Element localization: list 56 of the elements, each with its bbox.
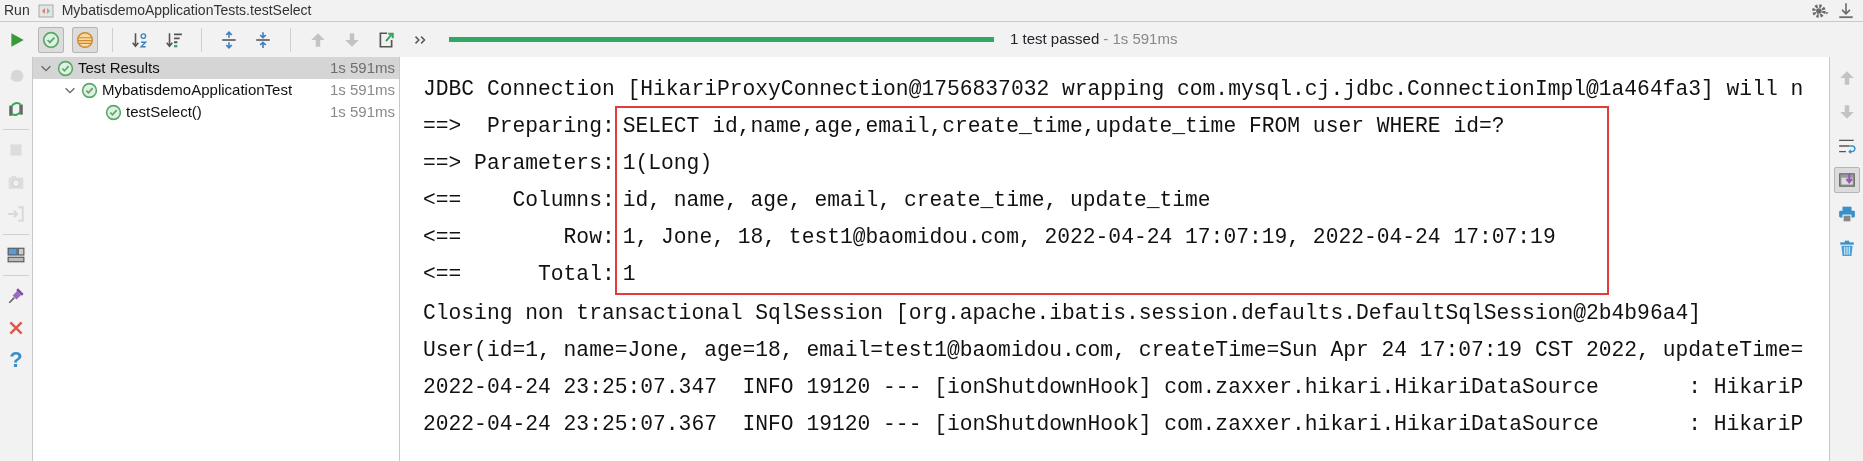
log-text: 1(Long): [622, 150, 714, 177]
duration-text: 1s 591ms: [329, 101, 396, 122]
log-prefix: <== Row:: [423, 224, 615, 251]
rerun-icon: [7, 100, 25, 118]
check-circle-button[interactable]: [38, 26, 64, 53]
test-config-icon: [37, 2, 54, 19]
pin-icon: [7, 287, 25, 305]
log-prefix: <== Columns:: [423, 187, 615, 214]
log-line: 2022-04-24 23:25:07.347 INFO 19120 --- [ionShutdownHook] com.zaxxer.hikari.HikariDataSource : HikariP: [422, 374, 1805, 401]
printer-icon: [1837, 205, 1856, 223]
striped-circle-button[interactable]: [72, 26, 98, 53]
log-line: Closing non transactional SqlSession [org.apache.ibatis.session.defaults.DefaultSqlSession@2b4b96a4]: [422, 300, 1703, 327]
scroll-down-icon: [1837, 171, 1856, 189]
tree-label: testSelect(): [126, 101, 202, 122]
gear-icon[interactable]: [1811, 1, 1829, 20]
check-circle-icon: [81, 81, 98, 99]
log-text: id, name, age, email, create_time, update_time: [622, 187, 1212, 214]
log-line: 2022-04-24 23:25:07.367 INFO 19120 --- [ionShutdownHook] com.zaxxer.hikari.HikariDataSource : HikariP: [422, 411, 1805, 438]
wrap-icon: [1837, 137, 1856, 155]
striped-circle-icon: [76, 30, 94, 49]
log-prefix: ==> Parameters:: [423, 150, 615, 177]
check-circle-icon: [57, 59, 74, 77]
duration-text: 1s 591ms: [329, 79, 396, 100]
log-text: SELECT id,name,age,email,create_time,update_time FROM user WHERE id=?: [622, 113, 1506, 140]
scroll-down-button[interactable]: [1833, 167, 1860, 193]
expand-icon: [220, 30, 238, 49]
export-icon: [377, 30, 395, 49]
log-text: 1: [622, 261, 637, 288]
play-icon: [8, 30, 26, 49]
camera-icon: [7, 173, 25, 191]
duration-text: - 1s 591ms: [1103, 29, 1178, 50]
status-text: 1 test passed: [1010, 29, 1100, 50]
sort-icon: [165, 30, 183, 49]
import-icon: [7, 205, 25, 223]
tab-label[interactable]: Run: [4, 0, 30, 21]
log-line: JDBC Connection [HikariProxyConnection@1756837032 wrapping com.mysql.cj.jdbc.ConnectionImpl@1a464fa3] will n: [422, 76, 1805, 103]
download-icon[interactable]: [1837, 1, 1855, 20]
layout-icon: [7, 246, 25, 264]
log-prefix: <== Total:: [423, 261, 615, 288]
tree-label: MybatisdemoApplicationTest: [102, 79, 293, 100]
duration-text: 1s 591ms: [329, 57, 396, 78]
check-circle-icon: [42, 30, 60, 49]
config-name: MybatisdemoApplicationTests.testSelect: [61, 1, 312, 20]
tree-item[interactable]: testSelect() 1s 591ms: [33, 101, 399, 123]
log-prefix: ==> Preparing:: [423, 113, 615, 140]
close-icon: [7, 319, 25, 337]
collapse-icon: [254, 30, 272, 49]
tree-item[interactable]: MybatisdemoApplicationTest 1s 591ms: [33, 79, 399, 101]
tree-item[interactable]: Test Results 1s 591ms: [33, 57, 399, 79]
log-text: 1, Jone, 18, test1@baomidou.com, 2022-04-24 17:07:19, 2022-04-24 17:07:19: [622, 224, 1557, 251]
tree-label: Test Results: [78, 57, 160, 78]
trash-icon: [1837, 239, 1856, 257]
down-arrow-icon: [343, 30, 361, 49]
check-circle-icon: [105, 103, 122, 121]
sort-icon: [131, 30, 149, 49]
log-line: User(id=1, name=Jone, age=18, email=test1@baomidou.com, createTime=Sun Apr 24 17:07:19 CST 2022, updateTime=: [422, 337, 1805, 364]
